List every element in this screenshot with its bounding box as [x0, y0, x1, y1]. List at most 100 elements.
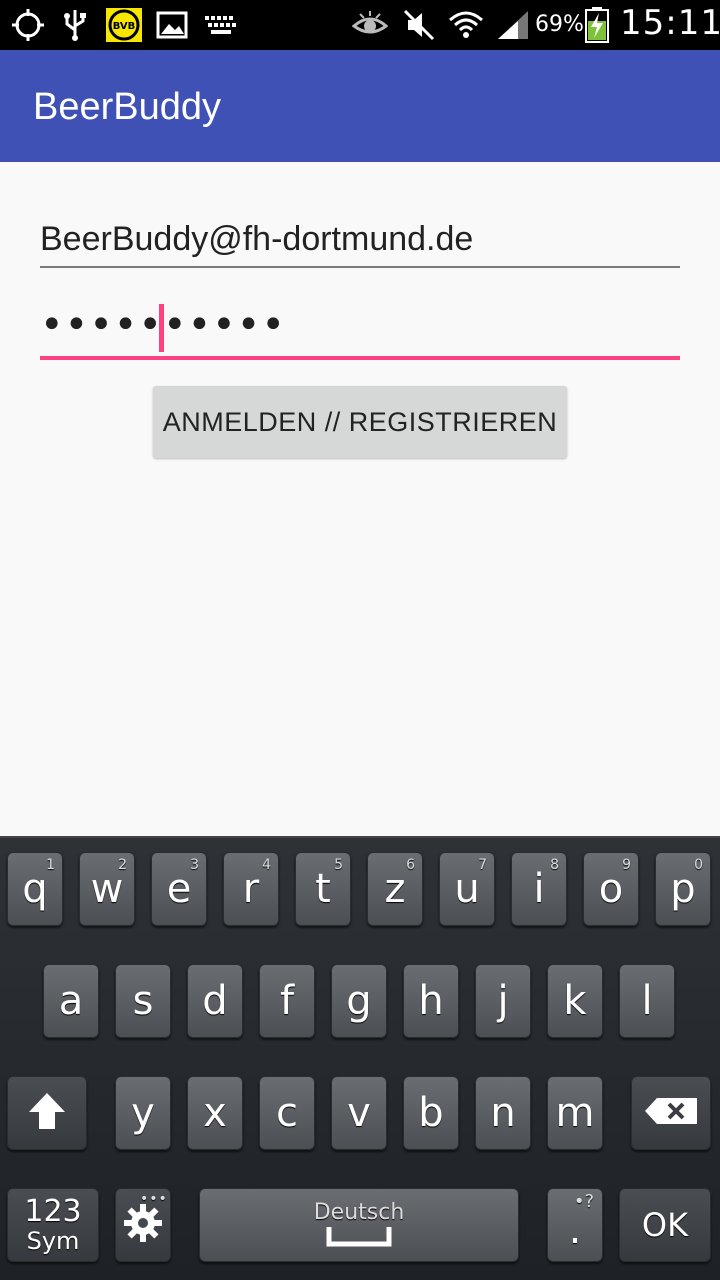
- key-hint: 5: [334, 857, 343, 873]
- key-label: m: [555, 1090, 595, 1136]
- key-hint: 7: [478, 857, 487, 873]
- text-cursor: [159, 304, 164, 352]
- password-field[interactable]: ••••••••••: [40, 298, 680, 360]
- key-hint: 8: [550, 857, 559, 873]
- gps-icon: [10, 8, 46, 42]
- key-s[interactable]: s: [115, 964, 171, 1038]
- key-o[interactable]: o9: [583, 852, 639, 926]
- key-n[interactable]: n: [475, 1076, 531, 1150]
- key-x[interactable]: x: [187, 1076, 243, 1150]
- bvb-app-icon: BVB: [106, 8, 142, 42]
- key-y[interactable]: y: [115, 1076, 171, 1150]
- key-label: c: [276, 1090, 298, 1136]
- key-label: h: [418, 978, 444, 1024]
- key-v[interactable]: v: [331, 1076, 387, 1150]
- key-hint: 1: [46, 857, 55, 873]
- key-label: p: [670, 866, 696, 912]
- gear-icon: [122, 1202, 164, 1248]
- key-l[interactable]: l: [619, 964, 675, 1038]
- key-label: t: [315, 866, 331, 912]
- settings-key[interactable]: •••: [115, 1188, 171, 1262]
- keyboard-icon: [204, 8, 238, 42]
- period-hint: •?: [573, 1191, 594, 1212]
- ok-key[interactable]: OK: [619, 1188, 711, 1262]
- period-label: .: [568, 1207, 582, 1253]
- key-c[interactable]: c: [259, 1076, 315, 1150]
- soft-keyboard: q1 w2 e3 r4 t5 z6 u7 i8 o9 p0 a s d f g …: [0, 836, 720, 1280]
- key-label: e: [166, 866, 192, 912]
- email-field[interactable]: BeerBuddy@fh-dortmund.de: [40, 216, 680, 268]
- eye-icon: [352, 8, 388, 42]
- battery-charging-icon: [584, 7, 610, 43]
- space-bar-icon: [326, 1225, 392, 1251]
- key-g[interactable]: g: [331, 964, 387, 1038]
- space-key-label: Deutsch: [313, 1199, 405, 1251]
- key-p[interactable]: p0: [655, 852, 711, 926]
- key-d[interactable]: d: [187, 964, 243, 1038]
- key-label: y: [131, 1090, 155, 1136]
- key-label: u: [454, 866, 480, 912]
- key-label: k: [563, 978, 587, 1024]
- app-title: BeerBuddy: [33, 86, 222, 128]
- key-label: i: [533, 866, 545, 912]
- key-label: s: [132, 978, 154, 1024]
- key-a[interactable]: a: [43, 964, 99, 1038]
- shift-icon: [26, 1090, 68, 1136]
- key-label: x: [203, 1090, 227, 1136]
- key-label: g: [346, 978, 372, 1024]
- key-hint: 2: [118, 857, 127, 873]
- key-hint: 3: [190, 857, 199, 873]
- keyboard-language: Deutsch: [313, 1199, 405, 1225]
- clock: 15:11: [620, 3, 720, 43]
- gallery-icon: [156, 8, 188, 42]
- key-w[interactable]: w2: [79, 852, 135, 926]
- key-label: j: [497, 978, 509, 1024]
- key-label: d: [202, 978, 228, 1024]
- key-m[interactable]: m: [547, 1076, 603, 1150]
- status-bar: BVB 69% 15:11: [0, 0, 720, 50]
- login-form: BeerBuddy@fh-dortmund.de •••••••••• ANME…: [0, 162, 720, 836]
- key-q[interactable]: q1: [7, 852, 63, 926]
- key-j[interactable]: j: [475, 964, 531, 1038]
- key-label: n: [490, 1090, 516, 1136]
- key-label: f: [279, 978, 295, 1024]
- space-key[interactable]: Deutsch: [199, 1188, 519, 1262]
- symbols-key-top: 123: [24, 1194, 82, 1229]
- key-label: q: [22, 866, 48, 912]
- key-t[interactable]: t5: [295, 852, 351, 926]
- key-hint: 4: [262, 857, 271, 873]
- key-label: l: [641, 978, 653, 1024]
- key-label: z: [384, 866, 406, 912]
- key-label: o: [598, 866, 624, 912]
- key-hint: 0: [694, 857, 703, 873]
- period-key[interactable]: •? .: [547, 1188, 603, 1262]
- symbols-key-bottom: Sym: [26, 1227, 80, 1255]
- key-i[interactable]: i8: [511, 852, 567, 926]
- key-label: r: [242, 866, 260, 912]
- key-b[interactable]: b: [403, 1076, 459, 1150]
- shift-key[interactable]: [7, 1076, 87, 1150]
- key-h[interactable]: h: [403, 964, 459, 1038]
- more-dots: •••: [140, 1191, 168, 1207]
- symbols-key[interactable]: 123 Sym: [7, 1188, 99, 1262]
- key-f[interactable]: f: [259, 964, 315, 1038]
- key-label: a: [58, 978, 84, 1024]
- bvb-logo-text: BVB: [113, 21, 136, 32]
- key-hint: 6: [406, 857, 415, 873]
- key-k[interactable]: k: [547, 964, 603, 1038]
- login-register-button[interactable]: ANMELDEN // REGISTRIEREN: [153, 386, 567, 458]
- symbols-key-label: 123 Sym: [24, 1194, 82, 1255]
- usb-icon: [62, 8, 88, 42]
- key-e[interactable]: e3: [151, 852, 207, 926]
- key-u[interactable]: u7: [439, 852, 495, 926]
- backspace-key[interactable]: [631, 1076, 711, 1150]
- mute-icon: [402, 8, 436, 42]
- email-value: BeerBuddy@fh-dortmund.de: [40, 220, 474, 258]
- battery-percent: 69%: [535, 12, 584, 37]
- key-z[interactable]: z6: [367, 852, 423, 926]
- backspace-icon: [643, 1096, 699, 1130]
- signal-icon: [496, 8, 530, 42]
- key-r[interactable]: r4: [223, 852, 279, 926]
- key-label: b: [418, 1090, 444, 1136]
- wifi-icon: [448, 8, 484, 42]
